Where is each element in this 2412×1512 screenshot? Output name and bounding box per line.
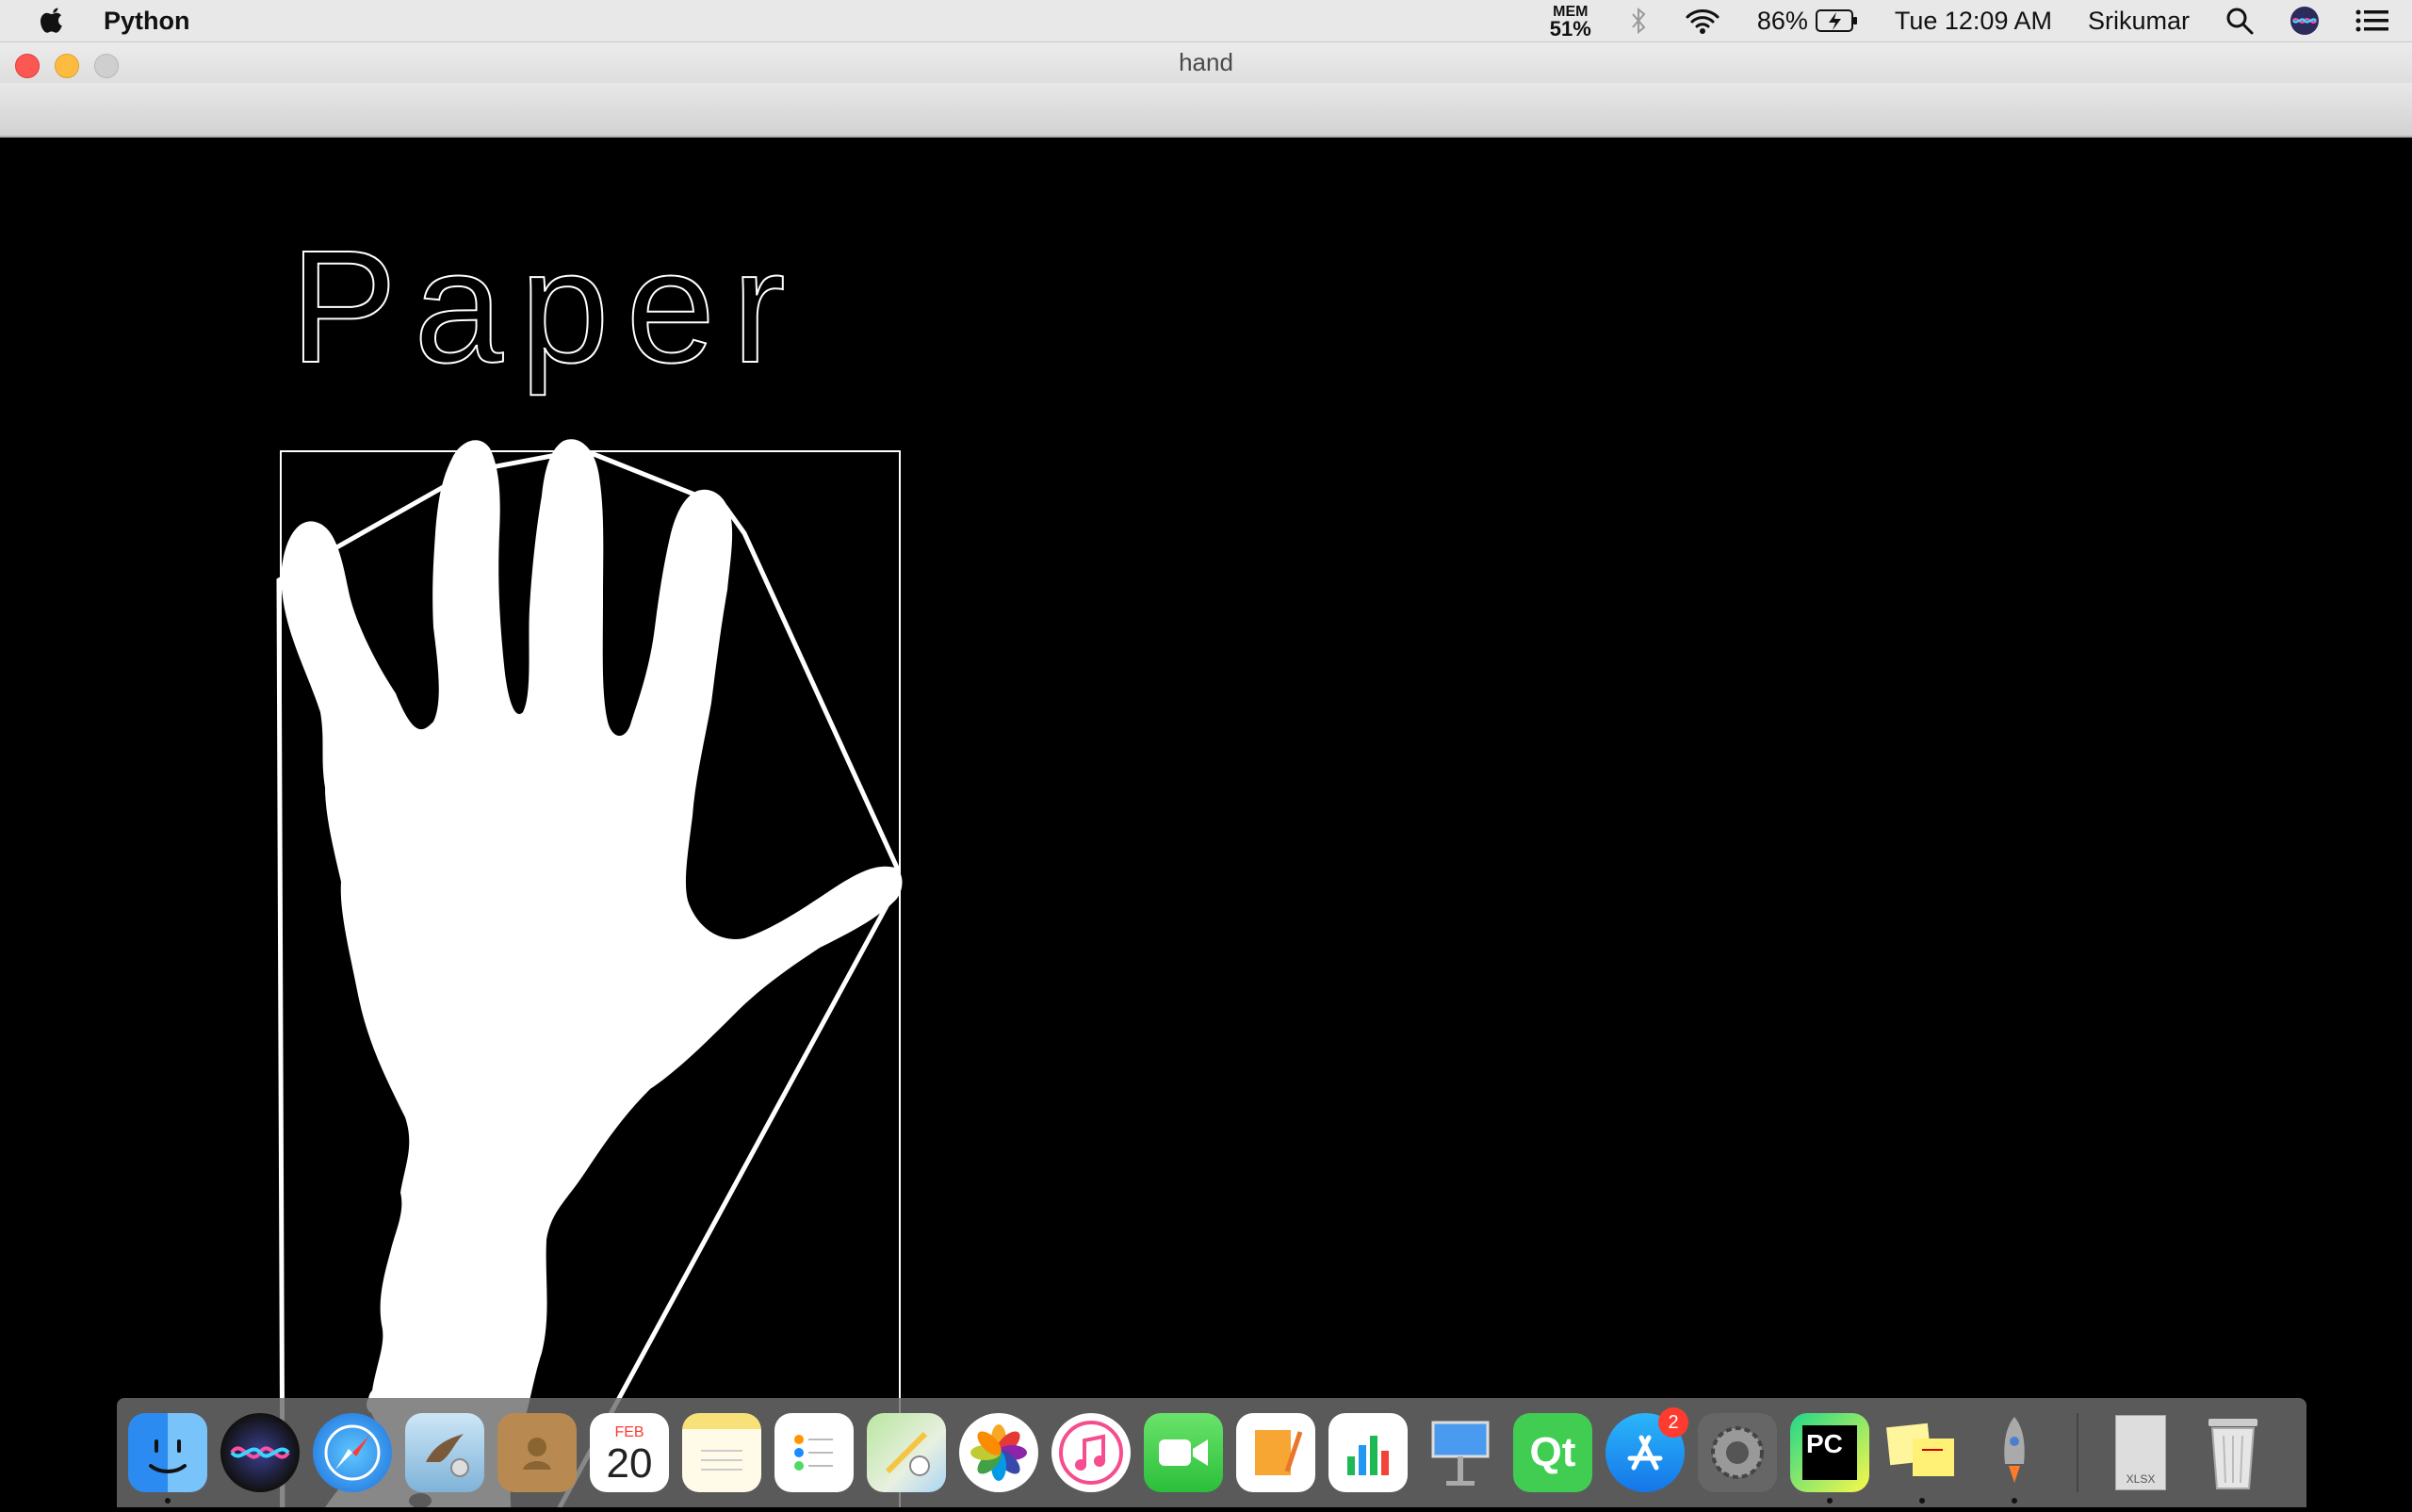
- bluetooth-icon[interactable]: [1629, 7, 1648, 35]
- qt-label: Qt: [1529, 1429, 1576, 1475]
- mask-blob: [509, 1267, 524, 1284]
- status-area: MEM 51% 86% Tue 12:09 AM Srikumar: [1549, 4, 2412, 41]
- calendar-month: FEB: [614, 1424, 644, 1440]
- battery-percent: 86%: [1756, 6, 1808, 35]
- memory-value: 51%: [1549, 17, 1591, 41]
- minimize-button[interactable]: [55, 54, 79, 78]
- finder-icon[interactable]: [128, 1413, 207, 1504]
- zoom-button[interactable]: [94, 54, 119, 78]
- battery-charging-icon: [1815, 9, 1857, 32]
- pycharm-logo: PC: [1802, 1425, 1857, 1480]
- reminders-icon[interactable]: [774, 1413, 854, 1492]
- pages-icon[interactable]: [1236, 1413, 1315, 1492]
- itunes-icon[interactable]: [1051, 1413, 1131, 1492]
- notes-icon[interactable]: [682, 1413, 761, 1492]
- numbers-icon[interactable]: [1328, 1413, 1408, 1492]
- video-frame: Paper: [0, 138, 2412, 1512]
- hand-mask: [281, 439, 903, 1512]
- notification-badge: 2: [1658, 1407, 1688, 1438]
- xlsx-label: XLSX: [2126, 1472, 2156, 1486]
- trash-icon[interactable]: [2193, 1413, 2273, 1492]
- stickies-icon[interactable]: [1882, 1413, 1962, 1504]
- running-indicator: [1919, 1498, 1925, 1504]
- dock-separator: [2077, 1413, 2078, 1492]
- calendar-icon[interactable]: FEB 20: [590, 1413, 669, 1492]
- close-button[interactable]: [15, 54, 40, 78]
- xlsx-file-stack-icon[interactable]: XLSX: [2101, 1413, 2180, 1492]
- menu-bar: Python MEM 51% 86% Tue 12:09 AM Srikumar: [0, 0, 2412, 42]
- calendar-day: 20: [606, 1440, 653, 1487]
- facetime-icon[interactable]: [1144, 1413, 1223, 1492]
- maps-icon[interactable]: [867, 1413, 946, 1492]
- system-preferences-icon[interactable]: [1698, 1413, 1777, 1492]
- siri-app-icon[interactable]: [220, 1413, 300, 1492]
- qt-creator-icon[interactable]: Qt: [1513, 1413, 1592, 1492]
- battery-indicator[interactable]: 86%: [1757, 7, 1859, 36]
- gesture-label: Paper: [290, 218, 803, 397]
- dock: FEB 20 Qt 2 PC XLSX: [117, 1398, 2306, 1507]
- apple-logo-icon[interactable]: [36, 5, 68, 37]
- running-indicator: [2012, 1498, 2017, 1504]
- pycharm-icon[interactable]: PC: [1790, 1413, 1869, 1504]
- window-toolbar: [0, 83, 2412, 138]
- mail-icon[interactable]: [405, 1413, 484, 1492]
- pycharm-label: PC: [1806, 1429, 1843, 1458]
- launchpad-icon[interactable]: [1975, 1413, 2054, 1504]
- notification-center-icon[interactable]: [2355, 8, 2389, 33]
- clock[interactable]: Tue 12:09 AM: [1895, 7, 2052, 36]
- active-app-name[interactable]: Python: [104, 7, 190, 36]
- spotlight-search-icon[interactable]: [2225, 7, 2254, 35]
- user-name[interactable]: Srikumar: [2088, 7, 2190, 36]
- window-controls: [15, 54, 119, 78]
- contacts-icon[interactable]: [497, 1413, 577, 1492]
- keynote-icon[interactable]: [1421, 1413, 1500, 1492]
- window-title: hand: [1179, 48, 1233, 76]
- running-indicator: [165, 1498, 171, 1504]
- wifi-icon[interactable]: [1684, 7, 1721, 35]
- siri-icon[interactable]: [2290, 6, 2320, 36]
- safari-icon[interactable]: [313, 1413, 392, 1492]
- running-indicator: [1827, 1498, 1833, 1504]
- photos-icon[interactable]: [959, 1413, 1038, 1492]
- memory-monitor[interactable]: MEM 51%: [1549, 4, 1591, 41]
- hand-detection-canvas: Paper: [276, 217, 903, 1512]
- window-titlebar[interactable]: hand: [0, 42, 2412, 83]
- app-store-icon[interactable]: 2: [1605, 1407, 1688, 1492]
- xlsx-file: XLSX: [2115, 1415, 2166, 1490]
